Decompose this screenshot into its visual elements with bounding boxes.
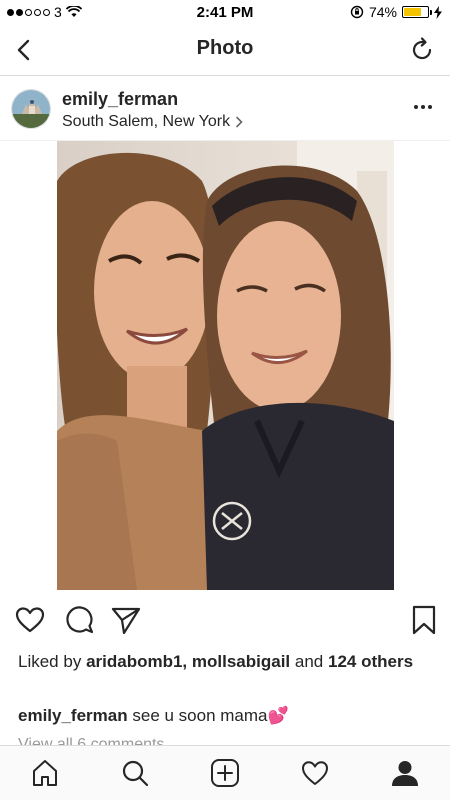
post-location[interactable]: South Salem, New York bbox=[62, 113, 243, 131]
more-options-icon[interactable] bbox=[412, 97, 434, 117]
location-label: South Salem, New York bbox=[62, 113, 231, 130]
liker-username[interactable]: mollsabigail bbox=[192, 652, 290, 671]
likes-summary[interactable]: Liked by aridabomb1, mollsabigail and 12… bbox=[18, 650, 438, 674]
charging-bolt-icon bbox=[434, 5, 442, 19]
liker-username[interactable]: aridabomb1, bbox=[86, 652, 187, 671]
post-photo[interactable] bbox=[57, 141, 394, 590]
page-title: Photo bbox=[196, 37, 254, 59]
orientation-lock-icon bbox=[350, 5, 364, 19]
battery-percent: 74% bbox=[368, 4, 397, 20]
status-bar: 3 2:41 PM 74% bbox=[0, 0, 450, 24]
post-actions bbox=[0, 600, 450, 644]
heart-icon[interactable] bbox=[14, 604, 46, 636]
battery-icon bbox=[402, 6, 432, 18]
battery-area: 74% bbox=[350, 4, 442, 20]
avatar[interactable] bbox=[11, 89, 51, 129]
refresh-icon[interactable] bbox=[408, 36, 436, 64]
comment-icon[interactable] bbox=[63, 604, 95, 636]
nav-bar: Photo bbox=[0, 24, 450, 76]
search-icon[interactable] bbox=[120, 758, 150, 788]
post-header: emily_ferman South Salem, New York bbox=[0, 77, 450, 141]
caption-text: see u soon mama💕 bbox=[132, 706, 289, 725]
tab-bar bbox=[0, 745, 450, 800]
post-caption: emily_ferman see u soon mama💕 bbox=[18, 706, 289, 726]
share-icon[interactable] bbox=[110, 604, 142, 636]
likes-others[interactable]: 124 others bbox=[328, 652, 413, 671]
post-username[interactable]: emily_ferman bbox=[62, 89, 178, 110]
likes-prefix: Liked by bbox=[18, 652, 82, 671]
bookmark-icon[interactable] bbox=[408, 604, 440, 636]
profile-icon[interactable] bbox=[390, 758, 420, 788]
activity-heart-icon[interactable] bbox=[300, 758, 330, 788]
new-post-icon[interactable] bbox=[210, 758, 240, 788]
likes-and: and bbox=[294, 652, 324, 671]
home-icon[interactable] bbox=[30, 758, 60, 788]
chevron-right-icon bbox=[236, 116, 243, 128]
caption-username[interactable]: emily_ferman bbox=[18, 706, 128, 725]
